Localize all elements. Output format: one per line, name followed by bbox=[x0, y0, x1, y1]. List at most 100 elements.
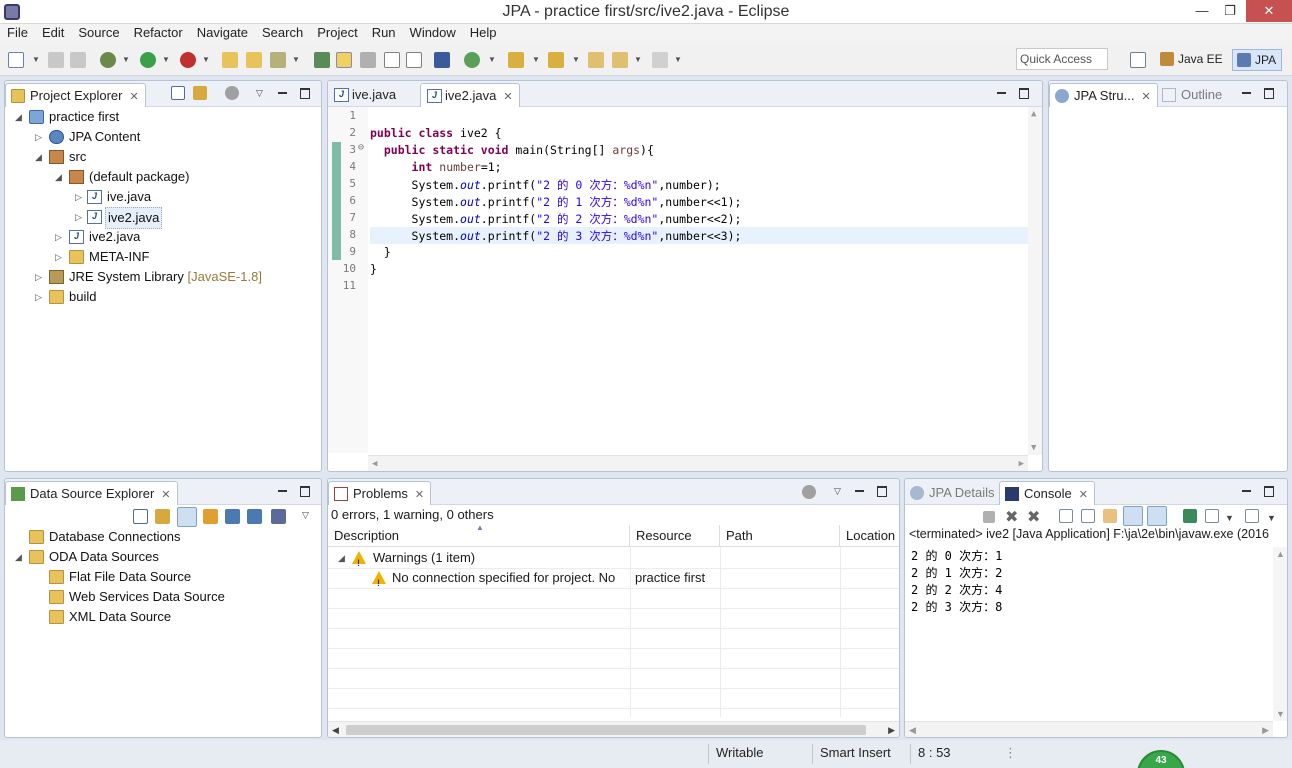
tree-item-xml[interactable]: XML Data Source bbox=[5, 607, 305, 627]
problem-row[interactable]: No connection specified for project. No bbox=[328, 568, 628, 588]
toggle-highlight-icon[interactable] bbox=[360, 52, 376, 68]
show-stderr-icon[interactable] bbox=[1147, 506, 1167, 526]
menu-refactor[interactable]: Refactor bbox=[127, 24, 190, 44]
link-with-editor-icon[interactable] bbox=[193, 86, 207, 100]
new-icon[interactable] bbox=[8, 52, 24, 68]
menu-edit[interactable]: Edit bbox=[35, 24, 71, 44]
display-console-dropdown-icon[interactable]: ▼ bbox=[1225, 513, 1234, 523]
console-icon[interactable] bbox=[434, 52, 450, 68]
link-icon[interactable] bbox=[155, 509, 170, 524]
minimize-view-icon[interactable] bbox=[996, 87, 1008, 99]
menu-help[interactable]: Help bbox=[463, 24, 504, 44]
maximize-view-icon[interactable] bbox=[299, 87, 311, 99]
new-dropdown-icon[interactable]: ▼ bbox=[32, 55, 40, 64]
tab-data-source-explorer[interactable]: Data Source Explorer ✕ bbox=[5, 481, 178, 505]
scroll-up-icon[interactable]: ▲ bbox=[1276, 549, 1285, 559]
scroll-down-icon[interactable]: ▼ bbox=[1276, 709, 1285, 719]
previous-annotation-icon[interactable] bbox=[548, 52, 564, 68]
next-annotation-icon[interactable] bbox=[508, 52, 524, 68]
debug-dropdown-icon[interactable]: ▼ bbox=[122, 55, 130, 64]
tree-item-oda-data-sources[interactable]: ◢ ODA Data Sources bbox=[5, 547, 305, 567]
tab-problems[interactable]: Problems ✕ bbox=[328, 481, 432, 505]
export-icon[interactable] bbox=[247, 509, 262, 524]
tree-item-web-services[interactable]: Web Services Data Source bbox=[5, 587, 305, 607]
close-tab-icon[interactable]: ✕ bbox=[161, 483, 170, 507]
close-tab-icon[interactable]: ✕ bbox=[503, 85, 512, 109]
close-tab-icon[interactable]: ✕ bbox=[1141, 85, 1150, 109]
external-tools-dropdown-icon[interactable]: ▼ bbox=[202, 55, 210, 64]
forward-icon[interactable] bbox=[652, 52, 668, 68]
tree-view-icon[interactable] bbox=[177, 507, 197, 527]
tree-item-build[interactable]: ▷ build bbox=[5, 287, 305, 307]
filters-icon[interactable] bbox=[225, 86, 239, 100]
maximize-view-icon[interactable] bbox=[1018, 87, 1030, 99]
collapsed-icon[interactable]: ▷ bbox=[75, 207, 82, 227]
run-icon[interactable] bbox=[140, 52, 156, 68]
search-dropdown-icon[interactable]: ▼ bbox=[292, 55, 300, 64]
tab-ive2-java[interactable]: J ive2.java ✕ bbox=[420, 83, 520, 107]
last-edit-icon[interactable] bbox=[588, 52, 604, 68]
open-console-icon[interactable] bbox=[1245, 509, 1259, 523]
expanded-icon[interactable]: ◢ bbox=[55, 167, 62, 187]
editor-horizontal-scrollbar[interactable]: ◀ ▶ bbox=[368, 455, 1028, 471]
menu-source[interactable]: Source bbox=[71, 24, 126, 44]
tree-item-jre-library[interactable]: ▷ JRE System Library [JavaSE-1.8] bbox=[5, 267, 305, 287]
menu-project[interactable]: Project bbox=[310, 24, 364, 44]
back-icon[interactable] bbox=[612, 52, 628, 68]
collapsed-icon[interactable]: ▷ bbox=[75, 187, 82, 207]
terminate-icon[interactable] bbox=[983, 511, 995, 523]
scroll-right-icon[interactable]: ▶ bbox=[888, 725, 895, 736]
open-type-icon[interactable] bbox=[246, 52, 262, 68]
tree-item-ive-java[interactable]: ▷ J ive.java bbox=[5, 187, 305, 207]
menu-window[interactable]: Window bbox=[403, 24, 463, 44]
column-resource[interactable]: Resource bbox=[630, 525, 720, 547]
collapsed-icon[interactable]: ▷ bbox=[35, 127, 42, 147]
jpa-tools-dropdown-icon[interactable]: ▼ bbox=[488, 55, 496, 64]
view-menu-icon[interactable]: ▽ bbox=[256, 88, 263, 99]
collapse-all-icon[interactable] bbox=[171, 86, 185, 100]
display-console-icon[interactable] bbox=[1205, 509, 1219, 523]
tree-item-ive2-java[interactable]: ▷ J ive2.java bbox=[5, 207, 305, 229]
tree-item-database-connections[interactable]: Database Connections bbox=[5, 527, 305, 547]
minimize-view-icon[interactable] bbox=[854, 485, 866, 497]
editor-vertical-scrollbar[interactable]: ▲ ▼ bbox=[1028, 107, 1042, 455]
tab-jpa-details[interactable]: JPA Details bbox=[905, 481, 1001, 505]
open-perspective-icon[interactable] bbox=[1130, 52, 1146, 68]
expanded-icon[interactable]: ◢ bbox=[338, 548, 345, 568]
scroll-down-icon[interactable]: ▼ bbox=[1031, 443, 1036, 453]
search-tool-icon[interactable] bbox=[270, 52, 286, 68]
debug-icon[interactable] bbox=[100, 52, 116, 68]
run-dropdown-icon[interactable]: ▼ bbox=[162, 55, 170, 64]
tree-item-meta-inf[interactable]: ▷ META-INF bbox=[5, 247, 305, 267]
show-whitespace-icon[interactable] bbox=[406, 52, 422, 68]
column-location[interactable]: Location bbox=[840, 525, 899, 547]
tree-item-src[interactable]: ◢ src bbox=[5, 147, 305, 167]
scroll-up-icon[interactable]: ▲ bbox=[1031, 109, 1036, 119]
open-folder-icon[interactable] bbox=[222, 52, 238, 68]
collapsed-icon[interactable]: ▷ bbox=[55, 247, 62, 267]
block-selection-icon[interactable] bbox=[384, 52, 400, 68]
menu-search[interactable]: Search bbox=[255, 24, 310, 44]
tab-project-explorer[interactable]: Project Explorer ✕ bbox=[5, 83, 146, 107]
next-annotation-dropdown-icon[interactable]: ▼ bbox=[532, 55, 540, 64]
minimize-view-icon[interactable] bbox=[277, 485, 289, 497]
minimize-view-icon[interactable] bbox=[1241, 485, 1253, 497]
new-connection-icon[interactable] bbox=[203, 509, 218, 524]
restore-icon[interactable]: ❐ bbox=[1216, 0, 1244, 22]
close-tab-icon[interactable]: ✕ bbox=[129, 85, 138, 109]
maximize-view-icon[interactable] bbox=[1263, 485, 1275, 497]
open-console-dropdown-icon[interactable]: ▼ bbox=[1267, 513, 1276, 523]
remove-all-icon[interactable]: ✖ bbox=[1027, 507, 1040, 527]
maximize-view-icon[interactable] bbox=[1263, 87, 1275, 99]
expanded-icon[interactable]: ◢ bbox=[35, 147, 42, 167]
maximize-view-icon[interactable] bbox=[299, 485, 311, 497]
perspective-jpa[interactable]: JPA bbox=[1232, 49, 1282, 71]
external-tools-icon[interactable] bbox=[180, 52, 196, 68]
scroll-thumb[interactable] bbox=[346, 725, 866, 735]
menu-navigate[interactable]: Navigate bbox=[190, 24, 255, 44]
pin-icon[interactable] bbox=[314, 52, 330, 68]
pin-console-icon[interactable] bbox=[1183, 509, 1197, 523]
clear-console-icon[interactable] bbox=[1059, 509, 1073, 523]
show-stdout-icon[interactable] bbox=[1123, 506, 1143, 526]
tree-item-flat-file[interactable]: Flat File Data Source bbox=[5, 567, 305, 587]
